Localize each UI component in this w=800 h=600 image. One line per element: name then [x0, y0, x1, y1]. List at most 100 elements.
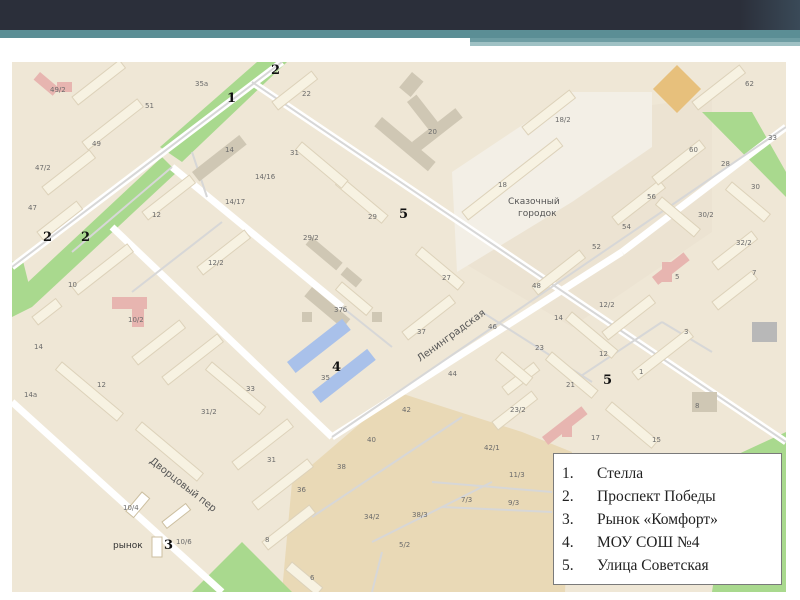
place-label-rynok: рынок: [113, 541, 143, 551]
svg-text:14: 14: [225, 146, 234, 154]
svg-text:12: 12: [97, 381, 106, 389]
svg-text:35а: 35а: [195, 80, 208, 88]
svg-text:6: 6: [310, 574, 315, 582]
legend-number: 4.: [562, 534, 574, 551]
svg-text:14/16: 14/16: [255, 173, 276, 181]
svg-text:34/2: 34/2: [364, 513, 380, 521]
svg-text:18/2: 18/2: [555, 116, 571, 124]
svg-text:29/2: 29/2: [303, 234, 319, 242]
svg-text:12: 12: [599, 350, 608, 358]
legend-number: 1.: [562, 465, 574, 482]
marker-3: 3: [164, 538, 173, 553]
svg-text:7: 7: [752, 269, 756, 277]
svg-text:15: 15: [652, 436, 661, 444]
svg-text:42/1: 42/1: [484, 444, 500, 452]
svg-text:10/4: 10/4: [123, 504, 139, 512]
legend-number: 3.: [562, 511, 574, 528]
slide-accent-strip: [0, 30, 800, 38]
market-plot: [282, 392, 572, 592]
marker-5: 5: [399, 207, 408, 222]
svg-text:62: 62: [745, 80, 754, 88]
svg-text:54: 54: [622, 223, 631, 231]
svg-text:1: 1: [639, 368, 643, 376]
green-strip: [192, 542, 292, 592]
svg-text:14: 14: [554, 314, 563, 322]
svg-text:48: 48: [532, 282, 541, 290]
svg-text:38/3: 38/3: [412, 511, 428, 519]
svg-text:52: 52: [592, 243, 601, 251]
marker-2: 2: [43, 230, 52, 245]
legend-text: Рынок «Комфорт»: [597, 511, 718, 528]
svg-text:33: 33: [246, 385, 255, 393]
svg-text:31: 31: [290, 149, 299, 157]
svg-text:47: 47: [28, 204, 37, 212]
svg-text:44: 44: [448, 370, 457, 378]
svg-text:5/2: 5/2: [399, 541, 410, 549]
legend-text: Стелла: [597, 465, 644, 482]
legend-item: 3. Рынок «Комфорт»: [562, 508, 775, 531]
svg-text:8: 8: [695, 402, 699, 410]
svg-text:10: 10: [68, 281, 77, 289]
svg-text:46: 46: [488, 323, 497, 331]
svg-text:37б: 37б: [334, 306, 347, 314]
svg-text:12: 12: [152, 211, 161, 219]
svg-text:3: 3: [684, 328, 688, 336]
svg-text:21: 21: [566, 381, 575, 389]
legend-text: МОУ СОШ №4: [597, 534, 700, 551]
svg-text:10/2: 10/2: [128, 316, 144, 324]
slide-accent-strip-tertiary: [470, 42, 800, 46]
svg-text:10/6: 10/6: [176, 538, 192, 546]
green-strip: [12, 157, 177, 317]
svg-text:49: 49: [92, 140, 101, 148]
map-legend: 1. Стелла 2. Проспект Победы 3. Рынок «Комф…: [553, 453, 782, 585]
svg-text:42: 42: [402, 406, 411, 414]
svg-text:49/2: 49/2: [50, 86, 66, 94]
svg-text:14: 14: [34, 343, 43, 351]
legend-number: 2.: [562, 488, 574, 505]
svg-text:14/17: 14/17: [225, 198, 245, 206]
legend-item: 1. Стелла: [562, 462, 775, 485]
svg-text:20: 20: [428, 128, 437, 136]
svg-text:38: 38: [337, 463, 346, 471]
svg-text:8: 8: [265, 536, 269, 544]
legend-item: 5. Улица Советская: [562, 554, 775, 577]
marker-2: 2: [81, 230, 90, 245]
marker-1: 1: [227, 91, 236, 106]
svg-text:56: 56: [647, 193, 656, 201]
svg-text:27: 27: [442, 274, 451, 282]
svg-text:22: 22: [302, 90, 311, 98]
svg-text:18: 18: [498, 181, 507, 189]
svg-text:33: 33: [768, 134, 777, 142]
marker-5: 5: [603, 373, 612, 388]
svg-text:36: 36: [297, 486, 306, 494]
svg-text:5: 5: [675, 273, 679, 281]
svg-text:60: 60: [689, 146, 698, 154]
svg-text:32/2: 32/2: [736, 239, 752, 247]
slide-top-bar: [0, 0, 800, 30]
svg-text:31: 31: [267, 456, 276, 464]
svg-text:12/2: 12/2: [599, 301, 615, 309]
legend-item: 2. Проспект Победы: [562, 485, 775, 508]
svg-text:51: 51: [145, 102, 154, 110]
place-label-skazochny-1: Сказочный: [508, 197, 560, 207]
svg-text:37: 37: [417, 328, 426, 336]
svg-text:28: 28: [721, 160, 730, 168]
svg-text:30/2: 30/2: [698, 211, 714, 219]
marker-2: 2: [271, 63, 280, 78]
place-label-skazochny-2: городок: [518, 209, 557, 219]
svg-text:11/3: 11/3: [509, 471, 525, 479]
svg-text:23/2: 23/2: [510, 406, 526, 414]
svg-text:14а: 14а: [24, 391, 37, 399]
legend-text: Улица Советская: [597, 557, 709, 574]
svg-text:40: 40: [367, 436, 376, 444]
svg-text:29: 29: [368, 213, 377, 221]
legend-item: 4. МОУ СОШ №4: [562, 531, 775, 554]
svg-text:17: 17: [591, 434, 600, 442]
svg-text:30: 30: [751, 183, 760, 191]
svg-text:12/2: 12/2: [208, 259, 224, 267]
svg-text:47/2: 47/2: [35, 164, 51, 172]
svg-text:23: 23: [535, 344, 544, 352]
legend-text: Проспект Победы: [597, 488, 716, 505]
svg-text:31/2: 31/2: [201, 408, 217, 416]
legend-number: 5.: [562, 557, 574, 574]
